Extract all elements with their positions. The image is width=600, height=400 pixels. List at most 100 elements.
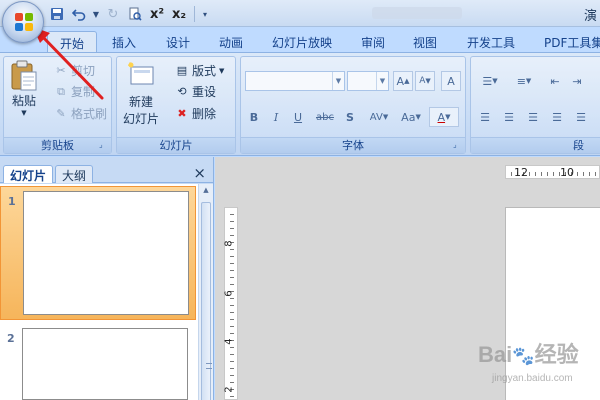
slides-group: 新建 幻灯片 ▤ 版式 ▼ ⟲ 重设 ✖ 删除 幻灯片 bbox=[116, 56, 236, 154]
ruler-ticks bbox=[230, 208, 234, 399]
shrink-font-button[interactable]: A ▼ bbox=[415, 71, 435, 91]
ruler-label: 4 bbox=[223, 338, 235, 345]
redo-icon[interactable]: ↻ bbox=[104, 5, 122, 23]
font-name-arrow-icon: ▼ bbox=[332, 72, 344, 90]
tab-outline-pane[interactable]: 大纲 bbox=[55, 165, 94, 183]
scissors-icon: ✂ bbox=[56, 64, 66, 77]
new-slide-icon bbox=[126, 61, 156, 93]
paste-icon bbox=[9, 60, 39, 92]
tab-developer[interactable]: 开发工具 bbox=[467, 31, 515, 52]
align-center-button[interactable]: ☰ bbox=[499, 107, 519, 127]
print-preview-icon[interactable] bbox=[126, 5, 144, 23]
slide-thumbnail[interactable] bbox=[22, 328, 188, 400]
align-left-icon: ☰ bbox=[480, 110, 490, 124]
slide-thumbnail-row[interactable]: 2 bbox=[0, 324, 196, 400]
slide-thumbnail-list: 1 2 bbox=[0, 184, 198, 400]
new-slide-button[interactable]: 新建 幻灯片 bbox=[123, 61, 159, 127]
font-color-label: A bbox=[437, 110, 446, 124]
office-button[interactable] bbox=[2, 1, 44, 43]
font-launcher-icon[interactable]: ⌟ bbox=[453, 141, 462, 150]
window-title: 演 bbox=[584, 9, 598, 24]
grow-font-button[interactable]: A ▲ bbox=[393, 71, 413, 91]
delete-icon: ✖ bbox=[177, 107, 187, 120]
decrease-indent-icon: ⇤ bbox=[550, 74, 560, 88]
distributed-button[interactable]: ☰ bbox=[571, 107, 591, 127]
clipboard-group: 粘贴 ▼ ✂ 剪切 ⧉ 复制 ✎ 格式刷 剪贴板 ⌟ bbox=[3, 56, 112, 154]
scrollbar-thumb[interactable] bbox=[201, 202, 212, 400]
shadow-button[interactable]: S bbox=[341, 107, 359, 127]
character-spacing-button[interactable]: AV ▼ bbox=[365, 107, 393, 127]
font-size-arrow-icon: ▼ bbox=[376, 72, 388, 90]
ruler-label: 6 bbox=[223, 290, 235, 297]
paragraph-group: ☰ ▼ ≡ ▼ ⇤ ⇥ ☰ ☰ ☰ ☰ ☰ 段 bbox=[470, 56, 600, 154]
change-case-label: Aa bbox=[401, 110, 416, 124]
copy-button[interactable]: ⧉ 复制 bbox=[54, 83, 95, 100]
title-bar: ▼ ↻ x² x₂ ▾ 演 bbox=[0, 0, 600, 27]
strikethrough-button[interactable]: abc bbox=[313, 107, 337, 127]
increase-indent-button[interactable]: ⇥ bbox=[567, 71, 587, 91]
tab-slides-pane[interactable]: 幻灯片 bbox=[3, 165, 54, 183]
change-case-button[interactable]: Aa ▼ bbox=[397, 107, 425, 127]
font-name-dropdown[interactable]: ▼ bbox=[245, 71, 345, 91]
superscript-button[interactable]: x² bbox=[148, 5, 166, 23]
align-left-button[interactable]: ☰ bbox=[475, 107, 495, 127]
layout-icon: ▤ bbox=[176, 64, 188, 77]
watermark-brand: Bai🐾经验 bbox=[478, 342, 579, 367]
decrease-indent-button[interactable]: ⇤ bbox=[545, 71, 565, 91]
font-size-dropdown[interactable]: ▼ bbox=[347, 71, 389, 91]
ribbon: 粘贴 ▼ ✂ 剪切 ⧉ 复制 ✎ 格式刷 剪贴板 ⌟ 新建 幻灯片 ▤ 版式 ▼… bbox=[0, 52, 600, 156]
delete-label: 删除 bbox=[192, 107, 217, 121]
align-right-icon: ☰ bbox=[528, 110, 538, 124]
format-painter-button[interactable]: ✎ 格式刷 bbox=[54, 105, 107, 122]
reset-button[interactable]: ⟲ 重设 bbox=[175, 83, 216, 100]
clear-formatting-icon: A bbox=[447, 74, 455, 88]
font-group: ▼ ▼ A ▲ A ▼ A B I U abc S AV ▼ Aa ▼ A ▼ 字体 ⌟ bbox=[240, 56, 466, 154]
underline-button[interactable]: U bbox=[289, 107, 307, 127]
slide-thumbnail[interactable] bbox=[23, 191, 189, 315]
undo-dropdown-icon[interactable]: ▼ bbox=[92, 5, 100, 23]
bold-button[interactable]: B bbox=[245, 107, 263, 127]
tab-slide-show[interactable]: 幻灯片放映 bbox=[272, 31, 332, 52]
save-icon[interactable] bbox=[48, 5, 66, 23]
bullets-button[interactable]: ☰ ▼ bbox=[475, 71, 505, 91]
bullets-icon: ☰ bbox=[482, 74, 493, 88]
customize-qat-icon[interactable]: ▾ bbox=[201, 5, 209, 23]
blurred-document-title bbox=[372, 7, 462, 19]
undo-icon[interactable] bbox=[70, 5, 88, 23]
clear-formatting-button[interactable]: A bbox=[441, 71, 461, 91]
tab-insert[interactable]: 插入 bbox=[112, 31, 136, 52]
tab-pdf-tools[interactable]: PDF工具集 bbox=[544, 31, 600, 52]
pane-tabs: 幻灯片 大纲 × bbox=[0, 161, 214, 183]
align-right-button[interactable]: ☰ bbox=[523, 107, 543, 127]
slide-thumbnail-row[interactable]: 1 bbox=[0, 186, 196, 320]
tab-design[interactable]: 设计 bbox=[166, 31, 190, 52]
ruler-label: 12 bbox=[514, 166, 528, 179]
scrollbar-grip-icon bbox=[206, 363, 212, 369]
numbering-button[interactable]: ≡ ▼ bbox=[509, 71, 539, 91]
subscript-button[interactable]: x₂ bbox=[170, 5, 188, 23]
clipboard-launcher-icon[interactable]: ⌟ bbox=[99, 141, 108, 150]
italic-button[interactable]: I bbox=[267, 107, 285, 127]
paste-button[interactable]: 粘贴 ▼ bbox=[9, 60, 39, 117]
font-color-button[interactable]: A ▼ bbox=[429, 107, 459, 127]
reset-icon: ⟲ bbox=[177, 85, 187, 98]
delete-button[interactable]: ✖ 删除 bbox=[175, 105, 216, 122]
tab-home[interactable]: 开始 bbox=[47, 31, 98, 52]
reset-label: 重设 bbox=[192, 85, 217, 99]
format-painter-icon: ✎ bbox=[56, 107, 66, 120]
scroll-up-icon[interactable]: ▲ bbox=[201, 186, 211, 198]
tab-animations[interactable]: 动画 bbox=[219, 31, 243, 52]
vertical-ruler: 8 6 4 2 bbox=[224, 207, 238, 400]
tab-view[interactable]: 视图 bbox=[413, 31, 437, 52]
office-logo-icon bbox=[15, 13, 33, 31]
watermark-url: jingyan.baidu.com bbox=[492, 373, 573, 384]
thumbnail-scrollbar[interactable]: ▲ bbox=[198, 184, 213, 400]
tab-review[interactable]: 审阅 bbox=[361, 31, 385, 52]
new-slide-label-line2: 幻灯片 bbox=[123, 112, 160, 126]
layout-button[interactable]: ▤ 版式 ▼ bbox=[175, 62, 225, 79]
close-icon[interactable]: × bbox=[193, 164, 206, 182]
justify-button[interactable]: ☰ bbox=[547, 107, 567, 127]
qat-separator bbox=[194, 6, 195, 22]
cut-button[interactable]: ✂ 剪切 bbox=[54, 62, 95, 79]
layout-label: 版式 bbox=[192, 64, 217, 78]
